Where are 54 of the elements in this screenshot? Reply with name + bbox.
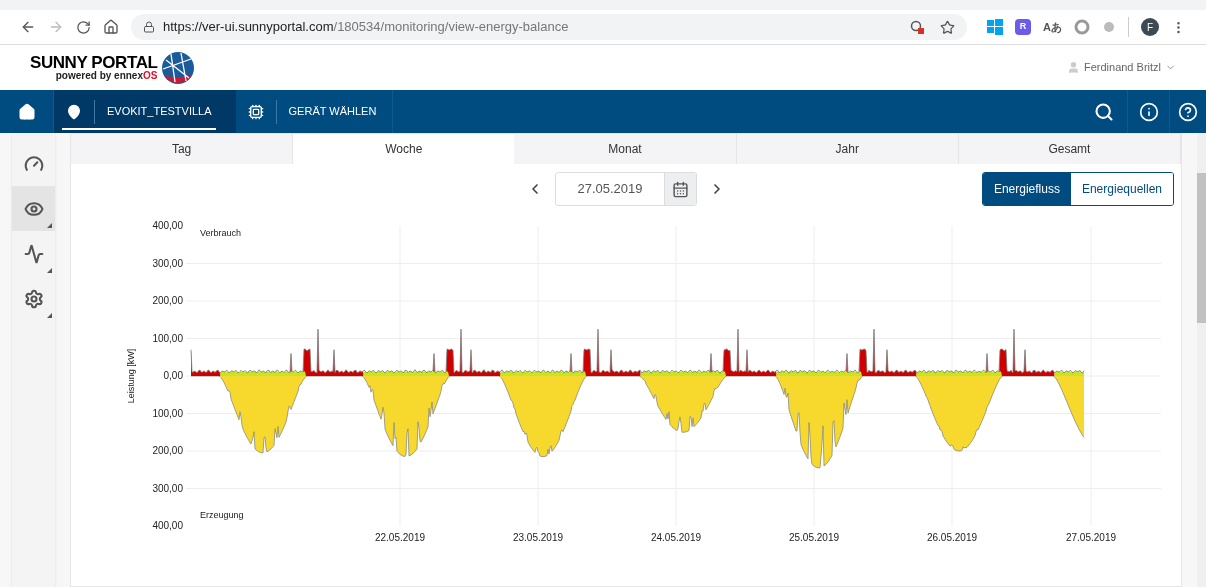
side-menu-item[interactable] <box>12 186 55 231</box>
location-pin-icon <box>66 103 82 120</box>
search-icon <box>1093 101 1114 122</box>
gauge-icon <box>23 153 44 174</box>
logo-subtitle: powered by ennexOS <box>55 71 158 81</box>
ring-icon[interactable] <box>1074 19 1090 35</box>
consumption-label: Verbrauch <box>200 228 242 238</box>
y-axis-title: Leistung [kW] <box>126 348 136 404</box>
settings-icon <box>23 288 44 309</box>
globe-logo-icon <box>161 50 196 85</box>
y-tick-label: 200,00 <box>152 295 183 306</box>
y-tick-label: 400,00 <box>152 520 183 531</box>
breadcrumb-item[interactable]: EVOKIT_TESTVILLA <box>54 90 236 133</box>
period-tab[interactable]: Woche <box>293 134 515 164</box>
help-icon <box>1178 101 1198 122</box>
y-tick-label: 100,00 <box>152 332 183 344</box>
pulse-icon <box>23 243 44 264</box>
date-value: 27.05.2019 <box>576 180 644 199</box>
generation-label: Erzeugung <box>200 510 244 520</box>
user-icon <box>1066 61 1080 74</box>
info-icon <box>1138 101 1159 122</box>
address-bar[interactable]: https://ver-ui.sunnyportal.com/180534/monitoring/view-energy-balance <box>131 14 968 40</box>
scrollbar[interactable] <box>1197 133 1206 587</box>
translate-button[interactable]: Aあ <box>1043 18 1062 36</box>
x-tick-label: 25.05.2019 <box>788 532 840 543</box>
breadcrumb-label: GERÄT WÄHLEN <box>288 104 377 120</box>
logo-title: SUNNY PORTAL <box>30 54 158 71</box>
date-field[interactable]: 27.05.2019 <box>555 172 697 206</box>
calendar-icon[interactable] <box>672 180 689 198</box>
y-tick-label: 300,00 <box>152 482 183 494</box>
y-tick-label: 200,00 <box>152 445 183 456</box>
y-tick-label: 400,00 <box>152 220 183 231</box>
lock-icon <box>143 21 155 33</box>
url-text: https://ver-ui.sunnyportal.com/180534/monitoring/view-energy-balance <box>163 18 569 37</box>
y-tick-label: 300,00 <box>152 257 183 269</box>
bookmark-star-icon[interactable] <box>940 19 956 35</box>
x-tick-label: 26.05.2019 <box>926 532 978 543</box>
view-toggle-button[interactable]: Energiefluss <box>982 173 1071 205</box>
x-tick-label: 27.05.2019 <box>1065 532 1117 543</box>
x-tick-label: 23.05.2019 <box>512 532 564 543</box>
reload-icon[interactable] <box>76 19 91 35</box>
x-tick-label: 24.05.2019 <box>650 532 702 543</box>
y-tick-label: 0,00 <box>163 370 183 381</box>
breadcrumb-label: EVOKIT_TESTVILLA <box>107 104 212 120</box>
home-icon[interactable] <box>103 19 119 35</box>
y-tick-label: 100,00 <box>152 407 183 419</box>
chip-icon <box>247 103 264 120</box>
user-name[interactable]: Ferdinand Britzl <box>1083 59 1161 76</box>
extension-button[interactable]: R <box>1015 19 1032 35</box>
profile-avatar[interactable]: F <box>1141 18 1159 36</box>
x-tick-label: 22.05.2019 <box>374 532 426 543</box>
windows-icon[interactable] <box>987 19 1004 35</box>
back-icon[interactable] <box>20 19 36 35</box>
home-icon <box>17 102 36 121</box>
